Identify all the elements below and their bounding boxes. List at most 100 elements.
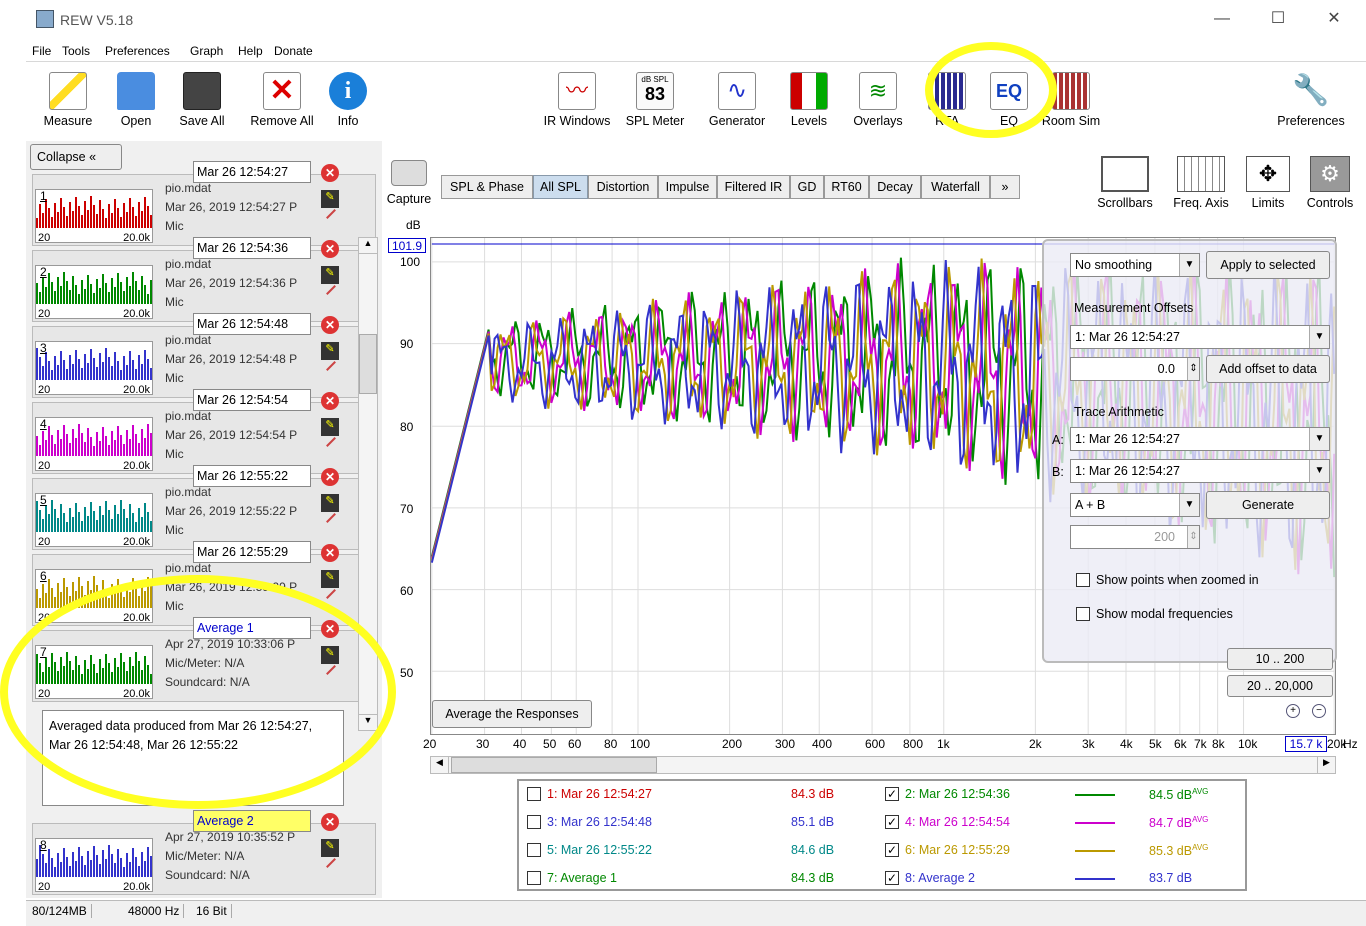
legend-checkbox[interactable] [527,843,541,857]
show-modal-checkbox[interactable] [1076,607,1090,621]
legend-checkbox[interactable] [527,815,541,829]
menu-graph[interactable]: Graph [190,44,223,58]
delete-icon[interactable]: ✕ [321,392,339,410]
edit-icon[interactable]: ✎ [321,839,339,857]
scroll-right-icon[interactable]: ▶ [1317,757,1335,773]
measurement-item[interactable]: 4 20 20.0k Mar 26 12:54:54 pio.mdat Mar … [32,389,376,474]
info-button[interactable]: i Info [326,66,370,128]
delete-icon[interactable]: ✕ [321,468,339,486]
delete-icon[interactable]: ✕ [321,316,339,334]
edit-icon[interactable]: ✎ [321,266,339,284]
tab-4[interactable]: Impulse [658,175,717,199]
tab-7[interactable]: RT60 [824,175,869,199]
remove-all-button[interactable]: ✕ Remove All [244,66,320,128]
measurement-item[interactable]: 1 20 20.0k Mar 26 12:54:27 pio.mdat Mar … [32,161,376,246]
tab-6[interactable]: GD [790,175,824,199]
measurement-name-field[interactable]: Mar 26 12:54:48 [193,313,311,335]
tab-10[interactable]: » [990,175,1020,199]
menu-preferences[interactable]: Preferences [105,44,170,58]
tab-1[interactable]: SPL & Phase [441,175,533,199]
spinner-icon[interactable]: ⇕ [1187,358,1199,380]
measurement-name-field[interactable]: Mar 26 12:54:54 [193,389,311,411]
add-offset-button[interactable]: Add offset to data [1206,355,1330,383]
limits-button[interactable]: ✥ Limits [1242,156,1294,210]
value-200-field[interactable]: 200 ⇕ [1070,525,1200,549]
ir-windows-button[interactable]: 〰 IR Windows [540,66,614,128]
legend-checkbox[interactable]: ✓ [885,787,899,801]
menu-file[interactable]: File [32,44,51,58]
legend-checkbox[interactable]: ✓ [885,815,899,829]
scrollbars-button[interactable]: Scrollbars [1092,156,1158,210]
capture-button[interactable]: Capture [384,160,434,206]
spinner-icon[interactable]: ⇕ [1187,526,1199,548]
menu-help[interactable]: Help [238,44,263,58]
save-all-button[interactable]: Save All [172,66,232,128]
pen-icon[interactable] [326,361,336,371]
pen-icon[interactable] [326,589,336,599]
pen-icon[interactable] [326,513,336,523]
pen-icon[interactable] [326,209,336,219]
tab-8[interactable]: Decay [869,175,921,199]
controls-button[interactable]: ⚙ Controls [1302,156,1358,210]
tab-2[interactable]: All SPL [533,175,588,199]
measure-button[interactable]: Measure [38,66,98,128]
tab-9[interactable]: Waterfall [921,175,990,199]
trace-a-select[interactable]: 1: Mar 26 12:54:27 ▼ [1070,427,1330,451]
average-responses-button[interactable]: Average the Responses [432,700,592,728]
delete-icon[interactable]: ✕ [321,813,339,831]
hscroll-thumb[interactable] [451,757,657,773]
edit-icon[interactable]: ✎ [321,342,339,360]
measurement-name-field[interactable]: Mar 26 12:54:36 [193,237,311,259]
pen-icon[interactable] [326,285,336,295]
tab-3[interactable]: Distortion [588,175,658,199]
measurement-name-field[interactable]: Average 2 [193,810,311,832]
levels-button[interactable]: Levels [782,66,836,128]
measurement-item[interactable]: 8 20 20.0k Average 2 Apr 27, 2019 10:35:… [32,810,376,895]
generate-button[interactable]: Generate [1206,491,1330,519]
maximize-button[interactable]: ☐ [1266,8,1290,30]
zoom-in-x-icon[interactable]: + [1286,704,1300,718]
legend-checkbox[interactable] [527,871,541,885]
measurement-item[interactable]: 3 20 20.0k Mar 26 12:54:48 pio.mdat Mar … [32,313,376,398]
apply-to-selected-button[interactable]: Apply to selected [1206,251,1330,279]
minimize-button[interactable]: — [1210,8,1234,30]
tab-5[interactable]: Filtered IR [717,175,790,199]
measurement-name-field[interactable]: Mar 26 12:55:29 [193,541,311,563]
delete-icon[interactable]: ✕ [321,544,339,562]
zoom-out-x-icon[interactable]: − [1312,704,1326,718]
measurement-item[interactable]: 5 20 20.0k Mar 26 12:55:22 pio.mdat Mar … [32,465,376,550]
edit-icon[interactable]: ✎ [321,494,339,512]
measurement-name-field[interactable]: Mar 26 12:54:27 [193,161,311,183]
overlays-button[interactable]: ≋ Overlays [846,66,910,128]
smoothing-select[interactable]: No smoothing ▼ [1070,253,1200,277]
delete-icon[interactable]: ✕ [321,164,339,182]
legend-checkbox[interactable]: ✓ [885,871,899,885]
trace-b-select[interactable]: 1: Mar 26 12:54:27 ▼ [1070,459,1330,483]
measurement-item[interactable]: 2 20 20.0k Mar 26 12:54:36 pio.mdat Mar … [32,237,376,322]
spl-meter-button[interactable]: dB SPL 83 SPL Meter [622,66,688,128]
range-10-200-button[interactable]: 10 .. 200 [1227,648,1333,670]
offset-measurement-select[interactable]: 1: Mar 26 12:54:27 ▼ [1070,325,1330,349]
freq-axis-button[interactable]: Freq. Axis [1166,156,1236,210]
edit-icon[interactable]: ✎ [321,190,339,208]
scroll-thumb[interactable] [359,334,377,394]
generator-button[interactable]: ∿ Generator [702,66,772,128]
legend-checkbox[interactable] [527,787,541,801]
close-button[interactable]: ✕ [1322,8,1346,30]
range-20-20000-button[interactable]: 20 .. 20,000 [1227,675,1333,697]
open-button[interactable]: Open [110,66,162,128]
graph-hscrollbar[interactable]: ◀ ▶ [430,756,1336,774]
legend-checkbox[interactable]: ✓ [885,843,899,857]
offset-value-field[interactable]: 0.0 ⇕ [1070,357,1200,381]
pen-icon[interactable] [326,437,336,447]
measurement-name-field[interactable]: Mar 26 12:55:22 [193,465,311,487]
preferences-button[interactable]: 🔧 Preferences [1268,66,1354,128]
operation-select[interactable]: A + B ▼ [1070,493,1200,517]
menu-tools[interactable]: Tools [62,44,90,58]
show-points-checkbox[interactable] [1076,573,1090,587]
scroll-up-icon[interactable]: ▲ [359,238,377,254]
edit-icon[interactable]: ✎ [321,418,339,436]
menu-donate[interactable]: Donate [274,44,313,58]
delete-icon[interactable]: ✕ [321,240,339,258]
edit-icon[interactable]: ✎ [321,570,339,588]
